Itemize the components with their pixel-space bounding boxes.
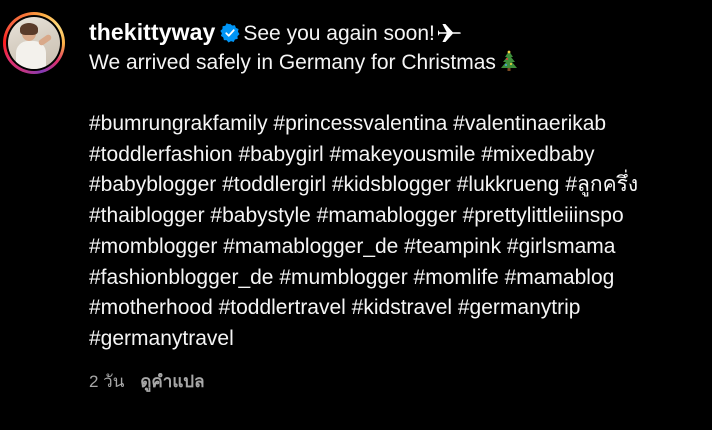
hashtag-line[interactable]: #fashionblogger_de #mumblogger #momlife …	[89, 263, 712, 294]
hashtag-line[interactable]: #thaiblogger #babystyle #mamablogger #pr…	[89, 201, 712, 232]
see-translation-button[interactable]: ดูคำแปล	[140, 372, 204, 391]
caption-second-line: We arrived safely in Germany for Christm…	[89, 48, 712, 79]
caption-body: We arrived safely in Germany for Christm…	[89, 50, 496, 74]
hashtag-line[interactable]: #bumrungrakfamily #princessvalentina #va…	[89, 109, 712, 140]
avatar-image	[8, 17, 60, 69]
avatar[interactable]	[3, 12, 65, 74]
hashtag-line[interactable]: #toddlerfashion #babygirl #makeyousmile …	[89, 140, 712, 171]
hashtag-line[interactable]: #momblogger #mamablogger_de #teampink #g…	[89, 232, 712, 263]
post-meta: 2 วัน ดูคำแปล	[89, 368, 204, 395]
username-link[interactable]: thekittyway	[89, 19, 215, 45]
hashtag-line[interactable]: #babyblogger #toddlergirl #kidsblogger #…	[89, 170, 712, 201]
caption-headline: See you again soon!	[243, 22, 435, 45]
caption: thekittyway See you again soon! We arriv…	[89, 17, 712, 355]
hashtag-line[interactable]: #germanytravel	[89, 324, 712, 355]
verified-badge-icon	[220, 23, 240, 43]
timestamp[interactable]: 2 วัน	[89, 372, 124, 391]
hashtag-line[interactable]: #motherhood #toddlertravel #kidstravel #…	[89, 293, 712, 324]
christmas-tree-icon	[499, 50, 519, 82]
caption-first-line: thekittyway See you again soon!	[89, 17, 712, 48]
